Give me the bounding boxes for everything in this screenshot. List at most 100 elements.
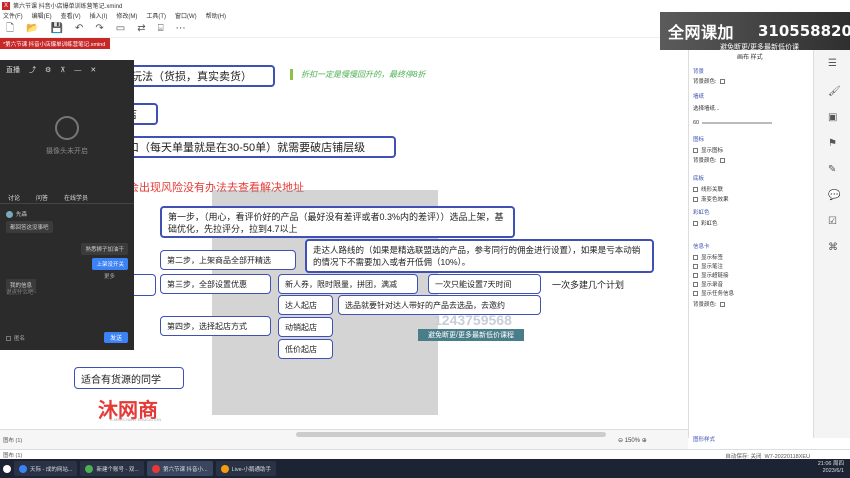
start-icon[interactable] <box>3 464 11 473</box>
live-panel: 直播 ⤴ ⚙ ⊼ — ✕ 摄像头未开启 讨论 问答 在线学员 先森 都回答这没事… <box>0 60 134 350</box>
taskbar-item[interactable]: Live-小鹅通助手 <box>215 461 277 476</box>
brush-icon[interactable]: 🖌 <box>828 86 841 97</box>
opt-card-bg[interactable]: 背景颜色: <box>693 300 725 308</box>
banner-qq: 3105588203 <box>758 22 850 40</box>
opacity-slider[interactable] <box>702 122 773 124</box>
save-icon[interactable]: 💾 <box>51 23 63 34</box>
format-panel: 画布 样式 背景 背景颜色: 墙纸 选择墙纸... 60 图标 显示图标 背景颜… <box>688 50 813 443</box>
opt-card[interactable]: 显示任务信息 <box>693 289 734 297</box>
sheet-tab[interactable]: 图布 (1) <box>3 451 22 459</box>
tab-discussion[interactable]: 讨论 <box>8 193 20 202</box>
link-icon[interactable]: ⌘ <box>828 242 838 253</box>
menu-edit[interactable]: 编辑(E) <box>32 11 52 20</box>
opt-label: 显示笔注 <box>701 264 724 270</box>
opt-label: 渐变色效果 <box>701 197 729 203</box>
send-button[interactable]: 发送 <box>104 332 128 343</box>
taskbar-item[interactable]: 第六节课 抖音小... <box>146 461 213 476</box>
window-title: 第六节课 抖音小店爆单训练营笔记.xmind <box>13 4 123 10</box>
horizontal-scrollbar[interactable] <box>296 432 606 437</box>
banner-main: 全网课加 <box>668 23 735 42</box>
opt-card[interactable]: 显示超链接 <box>693 271 729 279</box>
opt-rainbow[interactable]: 彩虹色 <box>693 219 718 227</box>
open-file-icon[interactable]: 📂 <box>26 23 38 34</box>
menu-tools[interactable]: 工具(T) <box>146 11 166 20</box>
opt-card[interactable]: 显示标签 <box>693 253 723 261</box>
node-promo-start[interactable]: 动销起店 <box>278 317 333 337</box>
color-swatch[interactable] <box>719 78 725 84</box>
node-step4[interactable]: 第四步，选择起店方式 <box>160 316 271 336</box>
chat-bubble: 都回答这没事吧 <box>6 221 53 234</box>
opt-card[interactable]: 显示笔注 <box>693 262 723 270</box>
clock[interactable]: 21:06 周四 2023/6/1 <box>818 461 844 475</box>
summary-icon[interactable]: ⌸ <box>158 23 164 34</box>
relationship-icon[interactable]: ⇄ <box>137 23 145 34</box>
node-gameplay[interactable]: 的玩法（货损，真实卖货） <box>112 65 275 87</box>
opt-card[interactable]: 显示录音 <box>693 280 723 288</box>
panel-footer[interactable]: 图形样式 <box>693 435 715 443</box>
node-influencer[interactable]: 达人起店 <box>278 295 333 315</box>
opt-icon-bg[interactable]: 背景颜色: <box>693 156 725 164</box>
task-icon[interactable]: ☑ <box>828 216 837 227</box>
bg-color-label: 背景颜色: <box>693 79 717 85</box>
taskbar-item[interactable]: 新建个账号 - 双... <box>80 461 144 476</box>
menu-help[interactable]: 帮助(H) <box>206 11 226 20</box>
node-once[interactable]: 一次只能设置7天时间 <box>428 274 541 294</box>
minimize-icon[interactable]: — <box>74 67 81 74</box>
node-step2-detail[interactable]: 走达人路线的（如果是精选联盟选的产品，参考同行的佣金进行设置），如果是亏本动销的… <box>305 239 654 273</box>
node-coupon[interactable]: 新人券，限时限量，拼团，满减 <box>278 274 418 294</box>
more-icon[interactable]: ⋯ <box>176 23 186 34</box>
format-icon[interactable]: ☰ <box>828 58 837 69</box>
green-note[interactable]: 折扣一定是慢慢回升的，最终停8折 <box>290 69 425 80</box>
menu-insert[interactable]: 插入(I) <box>90 11 108 20</box>
taskbar-item[interactable]: 天际 - 成的网站... <box>14 461 78 476</box>
redo-icon[interactable]: ↷ <box>95 23 103 34</box>
clock-time: 21:06 周四 <box>817 461 844 467</box>
menu-view[interactable]: 查看(V) <box>61 11 81 20</box>
menu-file[interactable]: 文件(F) <box>3 11 23 20</box>
flag-icon[interactable]: ⚑ <box>828 138 837 149</box>
more-label[interactable]: 更多 <box>104 272 115 280</box>
share-icon[interactable]: ⤴ <box>29 65 36 75</box>
pin-icon[interactable]: ⊼ <box>60 66 65 74</box>
image-icon[interactable]: ▣ <box>828 112 837 123</box>
new-file-icon[interactable]: 🗋 <box>6 23 14 34</box>
title-bar: X 第六节课 抖音小店爆单训练营笔记.xmind <box>0 0 850 11</box>
anon-toggle[interactable]: 匿名 <box>6 334 25 342</box>
settings-icon[interactable]: ⚙ <box>45 66 51 74</box>
node-step2[interactable]: 第二步，上架商品全部开精选 <box>160 250 296 270</box>
node-step1[interactable]: 第一步，（用心，看评价好的产品（最好没有差评或者0.3%内的差评））选品上架，基… <box>160 206 515 238</box>
close-icon[interactable]: ✕ <box>90 66 96 74</box>
node-suitable[interactable]: 适合有货源的同学 <box>74 367 184 389</box>
node-weekly[interactable]: 一次多建几个计划 <box>552 278 624 291</box>
taskbar-item-label: 天际 - 成的网站... <box>30 466 73 473</box>
undo-icon[interactable]: ↶ <box>75 23 83 34</box>
tab-online[interactable]: 在线学员 <box>64 193 88 202</box>
menu-modify[interactable]: 修改(M) <box>116 11 137 20</box>
wallpaper-select[interactable]: 选择墙纸... <box>693 104 720 112</box>
node-step3[interactable]: 第三步，全部设置优惠 <box>160 274 271 294</box>
node-step4-label: 第四步，选择起店方式 <box>167 321 247 331</box>
live-video: 摄像头未开启 <box>0 80 134 192</box>
taskbar-item-label: 第六节课 抖音小... <box>162 466 208 473</box>
opt-label: 显示任务信息 <box>701 291 735 297</box>
opt-line[interactable]: 线形关联 <box>693 185 723 193</box>
node-entry[interactable]: 口（每天单量就是在30-50单）就需要破店铺层级 <box>120 136 396 158</box>
chat-input[interactable]: 说点什么吧~ <box>6 288 37 296</box>
node-gameplay-label: 的玩法（货损，真实卖货） <box>120 71 252 83</box>
opt-show-icon[interactable]: 显示图标 <box>693 146 723 154</box>
comment-icon[interactable]: 💬 <box>828 190 840 201</box>
section-floor: 底板 <box>693 176 705 182</box>
document-tab[interactable]: *第六节课 抖音小店爆单训练营笔记.xmind <box>0 38 110 49</box>
menu-window[interactable]: 窗口(W) <box>175 11 197 20</box>
note-icon[interactable]: ✎ <box>828 164 836 175</box>
bg-color-row[interactable]: 背景颜色: <box>693 77 725 85</box>
tab-qa[interactable]: 问答 <box>36 193 48 202</box>
node-lowprice-start[interactable]: 低价起店 <box>278 339 333 359</box>
topic-style-icon[interactable]: ▭ <box>116 23 125 34</box>
anon-checkbox[interactable] <box>6 335 11 341</box>
node-promo-start-label: 动销起店 <box>285 322 317 332</box>
opt-gradient[interactable]: 渐变色效果 <box>693 195 729 203</box>
opacity-value: 60 <box>693 120 700 126</box>
zoom-control[interactable]: ⊖ 150% ⊕ <box>618 437 647 444</box>
opacity-row[interactable]: 60 <box>693 120 773 126</box>
